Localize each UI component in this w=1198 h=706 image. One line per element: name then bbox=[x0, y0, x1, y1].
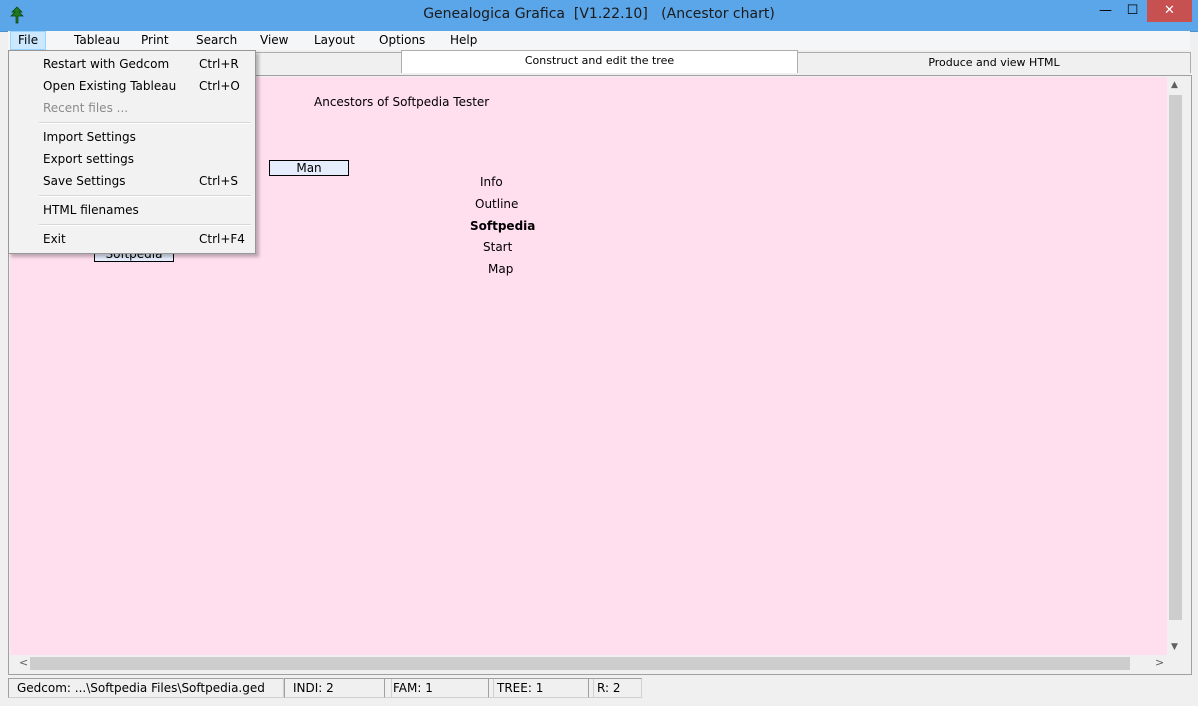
tab-construct-tree[interactable]: Construct and edit the tree bbox=[401, 50, 798, 73]
menu-bar: File Tableau Print Search View Layout Op… bbox=[8, 31, 1190, 50]
status-gedcom: Gedcom: ...\Softpedia Files\Softpedia.ge… bbox=[8, 678, 284, 698]
horizontal-scroll-thumb[interactable] bbox=[30, 657, 1130, 670]
close-button[interactable]: ✕ bbox=[1147, 0, 1192, 22]
title-bar: Genealogica Grafica [V1.22.10] (Ancestor… bbox=[0, 0, 1198, 32]
status-indi: INDI: 2 bbox=[284, 678, 392, 698]
status-bar: Gedcom: ...\Softpedia Files\Softpedia.ge… bbox=[8, 678, 1190, 698]
scroll-right-arrow-icon[interactable]: > bbox=[1155, 656, 1164, 669]
menu-item-label: Export settings bbox=[43, 152, 134, 166]
link-outline[interactable]: Outline bbox=[475, 197, 518, 211]
menu-item-label: Import Settings bbox=[43, 130, 136, 144]
person-box-man[interactable]: Man bbox=[269, 160, 349, 176]
menu-tableau[interactable]: Tableau bbox=[67, 32, 127, 49]
menu-view[interactable]: View bbox=[253, 32, 295, 49]
menu-separator bbox=[39, 224, 251, 226]
scroll-left-arrow-icon[interactable]: < bbox=[19, 656, 28, 669]
menu-item-shortcut: Ctrl+F4 bbox=[199, 232, 245, 246]
link-info[interactable]: Info bbox=[480, 175, 503, 189]
vertical-scroll-thumb[interactable] bbox=[1169, 95, 1182, 620]
menu-html-filenames[interactable]: HTML filenames bbox=[9, 199, 255, 221]
menu-save-settings[interactable]: Save Settings Ctrl+S bbox=[9, 170, 255, 192]
maximize-button[interactable]: ☐ bbox=[1119, 0, 1146, 22]
file-dropdown-menu: Restart with Gedcom Ctrl+R Open Existing… bbox=[8, 50, 256, 254]
chart-heading: Ancestors of Softpedia Tester bbox=[314, 95, 490, 109]
menu-item-shortcut: Ctrl+O bbox=[199, 79, 240, 93]
menu-item-label: Recent files ... bbox=[43, 101, 129, 115]
menu-help[interactable]: Help bbox=[443, 32, 484, 49]
window-title: Genealogica Grafica [V1.22.10] (Ancestor… bbox=[423, 6, 775, 22]
status-r: R: 2 bbox=[588, 678, 642, 698]
menu-layout[interactable]: Layout bbox=[307, 32, 362, 49]
status-tree: TREE: 1 bbox=[488, 678, 594, 698]
scroll-up-arrow-icon[interactable]: ▲ bbox=[1171, 80, 1178, 90]
menu-open-tableau[interactable]: Open Existing Tableau Ctrl+O bbox=[9, 75, 255, 97]
minimize-button[interactable]: — bbox=[1092, 0, 1119, 22]
menu-item-shortcut: Ctrl+R bbox=[199, 57, 239, 71]
menu-print[interactable]: Print bbox=[134, 32, 176, 49]
status-fam: FAM: 1 bbox=[384, 678, 494, 698]
menu-item-label: HTML filenames bbox=[43, 203, 139, 217]
menu-item-label: Restart with Gedcom bbox=[43, 57, 170, 71]
menu-file[interactable]: File bbox=[10, 31, 47, 50]
menu-exit[interactable]: Exit Ctrl+F4 bbox=[9, 228, 255, 250]
menu-item-label: Open Existing Tableau bbox=[43, 79, 177, 93]
menu-item-label: Save Settings bbox=[43, 174, 126, 188]
menu-import-settings[interactable]: Import Settings bbox=[9, 126, 255, 148]
menu-restart-gedcom[interactable]: Restart with Gedcom Ctrl+R bbox=[9, 53, 255, 75]
tab-hidden-left[interactable] bbox=[254, 52, 402, 73]
menu-options[interactable]: Options bbox=[372, 32, 432, 49]
menu-recent-files: Recent files ... bbox=[9, 97, 255, 119]
tab-produce-html[interactable]: Produce and view HTML bbox=[797, 52, 1191, 73]
scroll-down-arrow-icon[interactable]: ▼ bbox=[1171, 642, 1178, 652]
link-map[interactable]: Map bbox=[488, 262, 513, 276]
menu-separator bbox=[39, 195, 251, 197]
menu-item-label: Exit bbox=[43, 232, 66, 246]
menu-item-shortcut: Ctrl+S bbox=[199, 174, 239, 188]
menu-export-settings[interactable]: Export settings bbox=[9, 148, 255, 170]
link-start[interactable]: Start bbox=[483, 240, 512, 254]
menu-separator bbox=[39, 122, 251, 124]
link-softpedia[interactable]: Softpedia bbox=[470, 219, 535, 233]
menu-search[interactable]: Search bbox=[189, 32, 244, 49]
